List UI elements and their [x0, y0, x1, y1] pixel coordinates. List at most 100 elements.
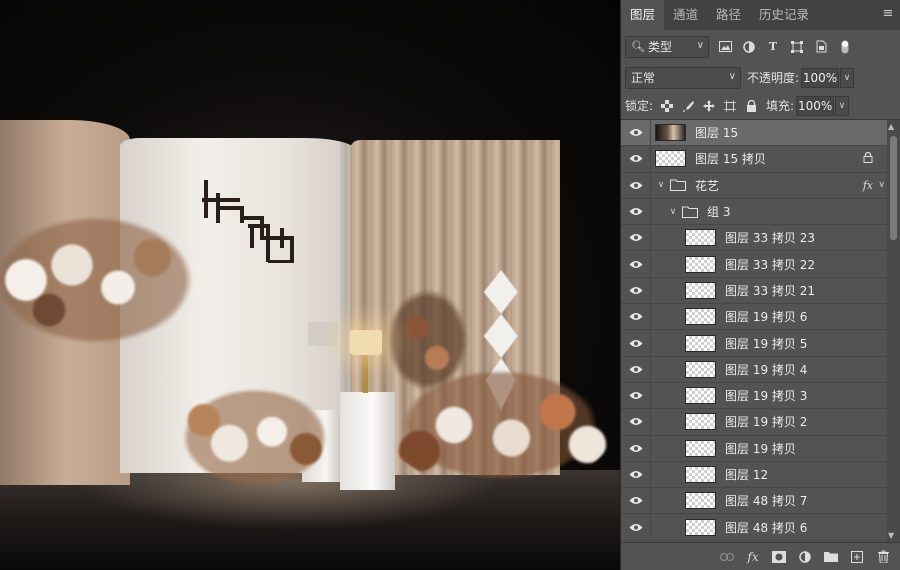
visibility-eye-icon[interactable]: [621, 356, 651, 382]
layer-row[interactable]: 图层 19 拷贝 3: [621, 382, 887, 410]
scroll-thumb[interactable]: [890, 136, 897, 240]
blend-mode-value: 正常: [631, 71, 656, 85]
layers-panel: 图层 通道 路径 历史记录 ≡ 🔍︎ 类型 ∨ T 正常 ∨ 不透明度: 100…: [620, 0, 900, 570]
layer-thumbnail: [655, 150, 686, 168]
group-expand-chevron-icon[interactable]: ∨: [667, 207, 679, 217]
filter-adjustment-icon[interactable]: [741, 39, 757, 55]
visibility-eye-icon[interactable]: [621, 382, 651, 409]
layer-row[interactable]: 图层 48 拷贝 6: [621, 514, 887, 541]
new-adjustment-layer-icon[interactable]: [797, 549, 813, 565]
tab-history[interactable]: 历史记录: [750, 0, 818, 30]
layer-row[interactable]: 图层 12: [621, 461, 887, 489]
table-lamp-base: [363, 355, 368, 393]
layer-row[interactable]: 图层 19 拷贝 6: [621, 304, 887, 331]
layer-name: 图层 12: [725, 468, 769, 482]
lock-image-pixels-icon[interactable]: [681, 99, 695, 113]
panel-tabs: 图层 通道 路径 历史记录 ≡: [621, 0, 900, 30]
table-lamp-shade: [350, 330, 382, 355]
lock-transparent-pixels-icon[interactable]: [660, 99, 674, 113]
group-expand-chevron-icon[interactable]: ∨: [655, 180, 667, 190]
layer-lock-icon: [863, 151, 873, 166]
visibility-eye-icon[interactable]: [621, 120, 651, 146]
visibility-eye-icon[interactable]: [621, 435, 651, 461]
filter-toggle-icon[interactable]: [837, 39, 853, 55]
filter-type-icon[interactable]: T: [765, 39, 781, 55]
lock-row: 锁定: 填充: 100% ∨: [621, 92, 900, 120]
scroll-up-icon[interactable]: ▲: [888, 122, 894, 131]
layer-row[interactable]: 图层 48 拷贝 7: [621, 488, 887, 515]
layer-row[interactable]: 图层 15 拷贝: [621, 146, 887, 173]
fill-dropdown-icon[interactable]: ∨: [835, 95, 850, 116]
layer-thumbnail: [685, 308, 716, 326]
layer-row[interactable]: 图层 19 拷贝 5: [621, 330, 887, 357]
lock-all-icon[interactable]: [744, 99, 758, 113]
visibility-eye-icon[interactable]: [621, 488, 651, 514]
flower-arrangement-right: [385, 360, 615, 490]
layer-effects-fx-icon[interactable]: fx: [863, 179, 873, 192]
layer-name: 图层 19 拷贝 6: [725, 310, 808, 325]
layer-name: 图层 19 拷贝 3: [725, 389, 808, 404]
new-group-folder-icon[interactable]: [823, 549, 839, 565]
visibility-eye-icon[interactable]: [621, 146, 651, 172]
layer-row[interactable]: 图层 33 拷贝 23: [621, 225, 887, 252]
chevron-down-icon: ∨: [728, 70, 736, 82]
layer-thumbnail: [685, 387, 716, 405]
scroll-down-icon[interactable]: ▼: [888, 531, 894, 540]
add-layer-style-fx-icon[interactable]: fx: [745, 549, 761, 565]
visibility-eye-icon[interactable]: [621, 277, 651, 304]
filter-pixel-icon[interactable]: [717, 39, 733, 55]
layer-name: 图层 48 拷贝 6: [725, 520, 808, 535]
visibility-eye-icon[interactable]: [621, 172, 651, 198]
layer-name: 花艺: [695, 178, 720, 193]
lock-position-icon[interactable]: [702, 99, 716, 113]
tab-channels[interactable]: 通道: [664, 0, 707, 30]
layer-row[interactable]: 图层 33 拷贝 21: [621, 277, 887, 305]
visibility-eye-icon[interactable]: [621, 409, 651, 435]
monogram-decoration: [202, 180, 294, 263]
lock-artboard-icon[interactable]: [723, 99, 737, 113]
opacity-dropdown-icon[interactable]: ∨: [840, 67, 855, 88]
layer-row[interactable]: 图层 19 拷贝 4: [621, 356, 887, 383]
layer-thumbnail: [685, 255, 716, 273]
layer-thumbnail: [685, 334, 716, 352]
filter-shape-icon[interactable]: [789, 39, 805, 55]
panel-menu-icon[interactable]: ≡: [882, 7, 894, 21]
visibility-eye-icon[interactable]: [621, 304, 651, 330]
filter-smart-object-icon[interactable]: [813, 39, 829, 55]
opacity-input[interactable]: 100%: [801, 67, 840, 88]
tab-layers[interactable]: 图层: [621, 0, 665, 30]
layer-name: 图层 19 拷贝 5: [725, 336, 808, 351]
visibility-eye-icon[interactable]: [621, 198, 651, 225]
folder-icon: [682, 206, 698, 218]
layer-row[interactable]: 图层 19 拷贝: [621, 435, 887, 462]
layer-row[interactable]: 图层 19 拷贝 2: [621, 409, 887, 436]
layer-thumbnail: [685, 492, 716, 510]
tab-paths[interactable]: 路径: [707, 0, 750, 30]
chevron-down-icon: ∨: [696, 39, 704, 51]
visibility-eye-icon[interactable]: [621, 225, 651, 251]
layer-group-row[interactable]: ∨ 花艺 fx ∨: [621, 172, 887, 199]
effects-chevron-icon[interactable]: ∨: [878, 180, 885, 190]
fill-label: 填充:: [766, 99, 795, 113]
layer-row[interactable]: 图层 33 拷贝 22: [621, 251, 887, 278]
fill-input[interactable]: 100%: [796, 95, 835, 116]
layer-name: 图层 19 拷贝: [725, 441, 796, 456]
visibility-eye-icon[interactable]: [621, 514, 651, 540]
layer-thumbnail: [685, 413, 716, 431]
layer-name: 图层 19 拷贝 4: [725, 362, 808, 377]
visibility-eye-icon[interactable]: [621, 461, 651, 488]
layer-row[interactable]: 图层 15: [621, 120, 887, 147]
link-layers-icon[interactable]: [719, 549, 735, 565]
new-layer-icon[interactable]: [849, 549, 865, 565]
layers-scrollbar[interactable]: ▲ ▼: [887, 120, 900, 542]
blend-mode-select[interactable]: 正常 ∨: [625, 66, 741, 89]
visibility-eye-icon[interactable]: [621, 330, 651, 356]
visibility-eye-icon[interactable]: [621, 251, 651, 277]
document-canvas[interactable]: [0, 0, 620, 570]
add-mask-icon[interactable]: [771, 549, 787, 565]
layer-thumbnail: [685, 360, 716, 378]
layer-filter-row: 🔍︎ 类型 ∨ T: [621, 30, 900, 63]
layer-group-row[interactable]: ∨ 组 3: [621, 198, 887, 226]
delete-layer-trash-icon[interactable]: [875, 549, 891, 565]
filter-kind-select[interactable]: 🔍︎ 类型 ∨: [625, 35, 709, 58]
